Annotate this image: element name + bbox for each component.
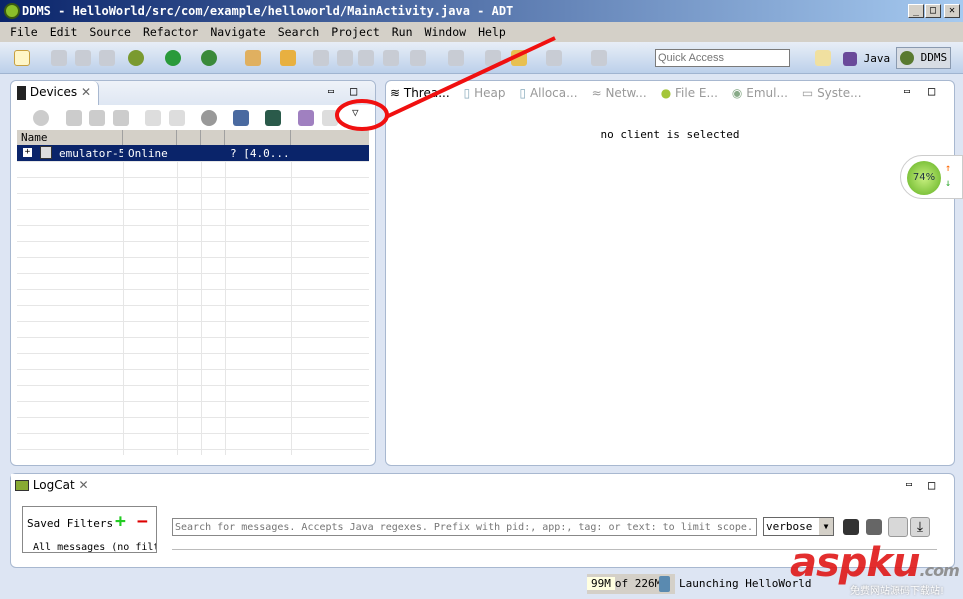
watermark-subtitle: 免费网站源码下载站! — [850, 586, 945, 597]
annotation-arrow-line — [385, 36, 556, 119]
watermark-logo: aspku.com — [790, 540, 960, 586]
red-annotation — [335, 36, 556, 131]
annotation-circle — [335, 99, 389, 131]
